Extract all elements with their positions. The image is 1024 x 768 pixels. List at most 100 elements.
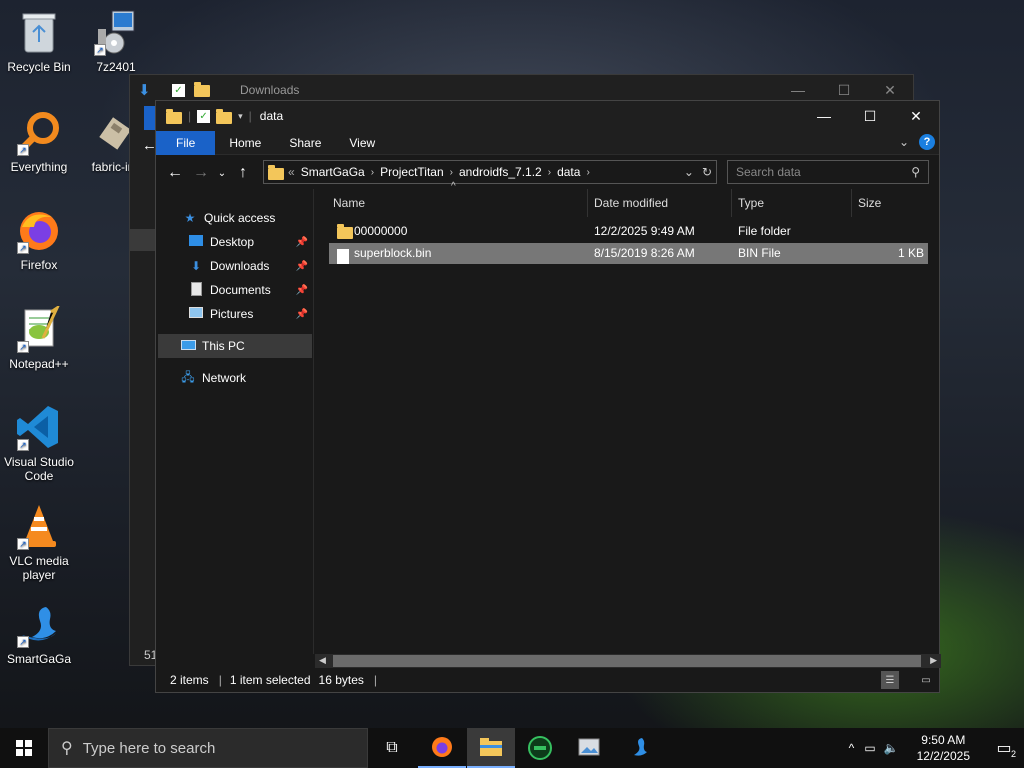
list-item[interactable]: 00000000 12/2/2025 9:49 AM File folder (329, 221, 928, 242)
tab-home[interactable]: Home (215, 131, 275, 155)
list-item[interactable]: superblock.bin 8/15/2019 8:26 AM BIN Fil… (329, 243, 928, 265)
network-status-icon[interactable]: ▭ (864, 741, 875, 755)
taskbar-app-green[interactable] (516, 728, 564, 768)
refresh-icon[interactable]: ↻ (702, 165, 712, 179)
start-button[interactable] (0, 728, 48, 768)
file-type: File folder (738, 224, 791, 238)
clock[interactable]: 9:50 AM 12/2/2025 (917, 732, 970, 764)
address-bar[interactable]: « SmartGaGa › ProjectTitan › androidfs_7… (263, 160, 717, 184)
navigation-pane: ★ Quick access Desktop 📌 ⬇ Downloads 📌 D… (156, 189, 314, 654)
desktop-icon-7z2401[interactable]: ↗ 7z2401 (78, 8, 154, 74)
expand-ribbon-icon[interactable]: ⌄ (899, 135, 909, 149)
horizontal-scrollbar[interactable]: ◀ ▶ (315, 654, 941, 668)
background-window-title: Downloads (240, 83, 300, 97)
nav-downloads[interactable]: ⬇ Downloads 📌 (188, 254, 312, 278)
shortcut-arrow-icon: ↗ (17, 144, 29, 156)
chevron-right-icon[interactable]: › (450, 167, 453, 178)
task-view-button[interactable]: ⧉ (368, 728, 416, 768)
file-name: 00000000 (354, 224, 408, 238)
desktop-icon-firefox[interactable]: ↗ Firefox (1, 206, 77, 272)
breadcrumb-smartgaga[interactable]: SmartGaGa (301, 165, 365, 179)
notification-center-icon[interactable]: ▭ 2 (984, 728, 1024, 768)
column-date-modified[interactable]: Date modified (587, 189, 731, 217)
close-icon[interactable]: ✕ (893, 101, 939, 131)
search-icon: ⚲ (911, 165, 920, 179)
desktop-icon-label: Visual Studio Code (4, 455, 74, 483)
breadcrumb-overflow[interactable]: « (288, 165, 295, 179)
toolbar-divider: | (248, 109, 252, 123)
desktop-icon-smartgaga[interactable]: ↗ SmartGaGa (1, 600, 77, 666)
notification-badge: 2 (1010, 749, 1016, 759)
desktop-icon-vscode[interactable]: ↗ Visual Studio Code (1, 403, 77, 483)
tab-file[interactable]: File (156, 130, 216, 155)
recent-locations-icon[interactable]: ⌄ (214, 168, 230, 179)
taskbar-firefox[interactable] (418, 728, 466, 768)
search-box[interactable]: Search data ⚲ (727, 160, 929, 184)
chevron-right-icon[interactable]: › (548, 167, 551, 178)
nav-desktop[interactable]: Desktop 📌 (188, 230, 312, 254)
customize-toolbar-icon[interactable]: ▾ (238, 111, 243, 122)
notepadpp-icon: ↗ (15, 305, 63, 353)
column-size[interactable]: Size (851, 189, 931, 217)
nav-this-pc[interactable]: This PC (158, 334, 312, 358)
nav-quick-access[interactable]: ★ Quick access (182, 206, 310, 230)
shortcut-arrow-icon: ↗ (17, 242, 29, 254)
desktop-icon-everything[interactable]: ↗ Everything (1, 108, 77, 174)
breadcrumb-androidfs[interactable]: androidfs_7.1.2 (459, 165, 542, 179)
desktop-icon-notepadpp[interactable]: ↗ Notepad++ (1, 305, 77, 371)
file-list: ^ Name Date modified Type Size 00000000 … (315, 181, 939, 654)
large-icons-view-icon[interactable]: ▭ (917, 671, 935, 689)
details-view-icon[interactable]: ☰ (881, 671, 899, 689)
image-viewer-icon (578, 738, 600, 756)
recycle-bin-icon (15, 8, 63, 56)
pin-icon[interactable]: 📌 (296, 285, 308, 296)
scrollbar-thumb[interactable] (333, 655, 921, 667)
desktop-icon-vlc[interactable]: ↗ VLC media player (1, 502, 77, 582)
folder-icon (166, 108, 182, 124)
explorer-window[interactable]: | ✓ ▾ | data — ☐ ✕ File Home Share View … (155, 100, 941, 693)
taskbar-smartgaga[interactable] (614, 728, 662, 768)
chevron-right-icon[interactable]: › (371, 167, 374, 178)
column-name[interactable]: Name (327, 189, 587, 217)
chevron-up-icon[interactable]: ^ (849, 741, 855, 755)
taskbar-app-viewer[interactable] (565, 728, 613, 768)
forward-icon[interactable]: → (188, 164, 214, 182)
minimize-icon[interactable]: — (801, 101, 847, 131)
pin-icon[interactable]: 📌 (296, 237, 308, 248)
pin-icon[interactable]: 📌 (296, 309, 308, 320)
column-type[interactable]: Type (731, 189, 851, 217)
up-icon[interactable]: ↑ (230, 164, 256, 182)
desktop-icon-label: Firefox (20, 258, 58, 272)
tab-view[interactable]: View (335, 131, 389, 155)
volume-icon[interactable]: 🔈 (884, 741, 899, 755)
scroll-left-icon[interactable]: ◀ (319, 655, 326, 666)
nav-pictures[interactable]: Pictures 📌 (188, 302, 312, 326)
shortcut-arrow-icon: ↗ (17, 439, 29, 451)
window-titlebar[interactable]: | ✓ ▾ | data — ☐ ✕ (156, 101, 939, 131)
desktop-icon-recycle-bin[interactable]: Recycle Bin (1, 8, 77, 74)
breadcrumb-data[interactable]: data (557, 165, 580, 179)
properties-icon[interactable]: ✓ (197, 109, 211, 123)
help-icon[interactable]: ? (919, 134, 935, 150)
status-item-count: 2 items (170, 673, 209, 687)
scroll-right-icon[interactable]: ▶ (930, 655, 937, 666)
new-folder-icon[interactable] (216, 108, 233, 124)
maximize-icon[interactable]: ☐ (847, 101, 893, 131)
desktop-icon-label: Notepad++ (9, 357, 69, 371)
ribbon: File Home Share View ⌄ ? (156, 130, 939, 155)
status-divider: | (373, 673, 378, 687)
search-icon: ⚲ (61, 740, 73, 757)
nav-documents[interactable]: Documents 📌 (188, 278, 312, 302)
chevron-right-icon[interactable]: › (586, 167, 589, 178)
pin-icon[interactable]: 📌 (296, 261, 308, 272)
tab-share[interactable]: Share (275, 131, 335, 155)
window-title: data (259, 109, 284, 123)
breadcrumb-projecttitan[interactable]: ProjectTitan (380, 165, 444, 179)
back-icon[interactable]: ← (162, 164, 188, 182)
address-dropdown-icon[interactable]: ⌄ (684, 165, 694, 179)
taskbar-search[interactable]: ⚲ Type here to search (48, 728, 368, 768)
taskbar-file-explorer[interactable] (467, 728, 515, 768)
nav-network[interactable]: 🖧 Network (180, 366, 310, 390)
desktop-icon-label: VLC media player (9, 554, 69, 582)
folder-icon (268, 164, 284, 180)
